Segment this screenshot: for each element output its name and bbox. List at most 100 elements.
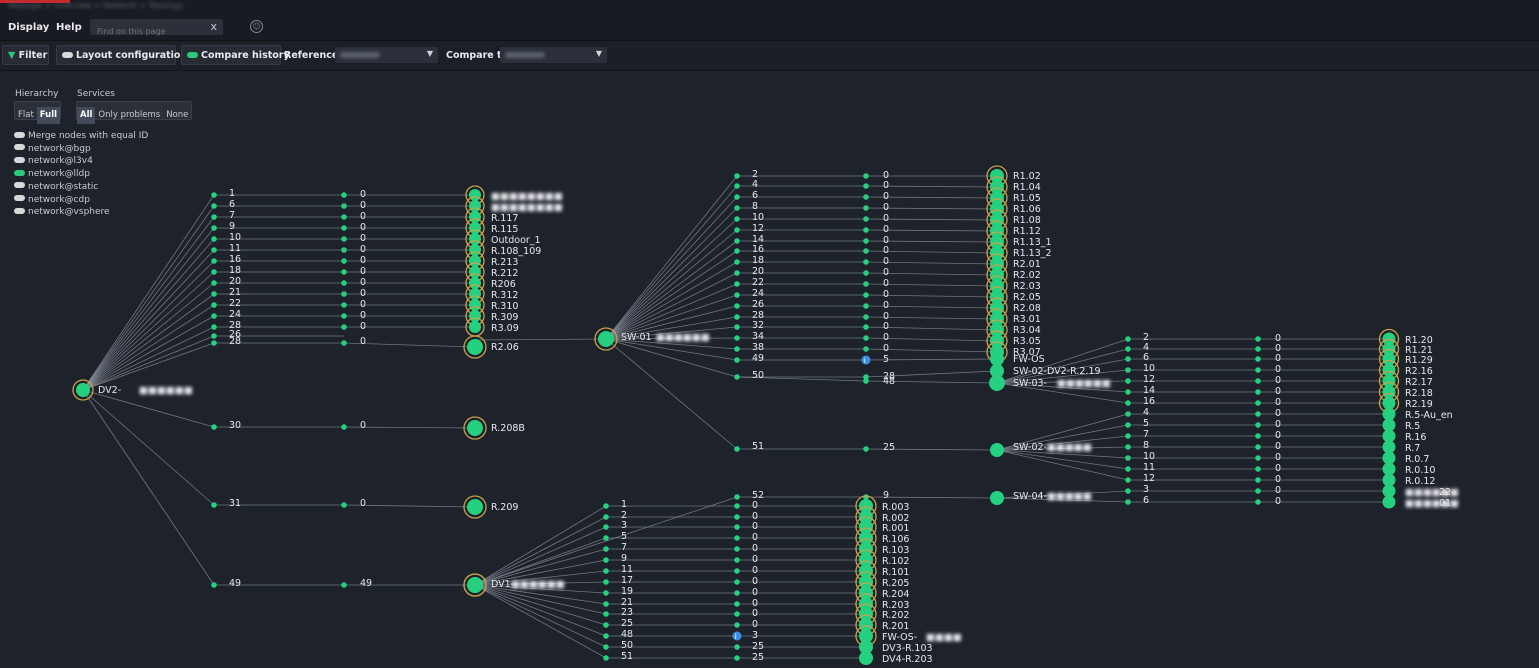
mid-node[interactable] bbox=[341, 225, 347, 231]
port-node[interactable] bbox=[211, 258, 217, 264]
layout-config-button[interactable]: Layout configuration bbox=[56, 45, 187, 65]
mid-node[interactable] bbox=[1255, 378, 1261, 384]
leaf-node[interactable] bbox=[1382, 495, 1396, 509]
search-input[interactable] bbox=[95, 26, 209, 37]
port-node[interactable] bbox=[211, 291, 217, 297]
leaf-node[interactable] bbox=[469, 321, 481, 333]
clear-search-icon[interactable]: x bbox=[210, 20, 217, 33]
leaf-node[interactable] bbox=[469, 266, 481, 278]
mid-node[interactable] bbox=[734, 590, 740, 596]
mid-node[interactable] bbox=[1255, 488, 1261, 494]
port-node[interactable] bbox=[1125, 466, 1131, 472]
port-node[interactable] bbox=[603, 568, 609, 574]
port-node[interactable] bbox=[603, 601, 609, 607]
mid-node[interactable] bbox=[1255, 444, 1261, 450]
port-node[interactable] bbox=[734, 173, 740, 179]
leaf-node[interactable] bbox=[467, 339, 483, 355]
port-node[interactable] bbox=[734, 494, 740, 500]
mid-node[interactable] bbox=[1255, 499, 1261, 505]
port-node[interactable] bbox=[211, 269, 217, 275]
port-node[interactable] bbox=[734, 292, 740, 298]
leaf-node[interactable] bbox=[990, 352, 1004, 366]
mid-node[interactable] bbox=[341, 302, 347, 308]
port-node[interactable] bbox=[734, 205, 740, 211]
switch-node[interactable] bbox=[990, 443, 1004, 457]
mid-node[interactable] bbox=[734, 524, 740, 530]
leaf-node[interactable] bbox=[469, 222, 481, 234]
compare-to-select[interactable]: ▼ bbox=[500, 47, 607, 63]
mid-node[interactable] bbox=[1255, 455, 1261, 461]
mid-node[interactable] bbox=[341, 340, 347, 346]
mid-node[interactable] bbox=[863, 183, 869, 189]
mid-node[interactable] bbox=[863, 227, 869, 233]
root-node[interactable] bbox=[76, 383, 90, 397]
mid-node[interactable] bbox=[341, 214, 347, 220]
port-node[interactable] bbox=[1125, 411, 1131, 417]
mid-node[interactable] bbox=[863, 248, 869, 254]
mid-node[interactable] bbox=[1255, 433, 1261, 439]
port-node[interactable] bbox=[734, 227, 740, 233]
port-node[interactable] bbox=[603, 655, 609, 661]
port-node[interactable] bbox=[734, 238, 740, 244]
switch-node[interactable] bbox=[467, 577, 483, 593]
port-node[interactable] bbox=[603, 546, 609, 552]
search-box[interactable]: x bbox=[90, 19, 223, 37]
port-node[interactable] bbox=[211, 333, 217, 339]
mid-node[interactable] bbox=[1255, 466, 1261, 472]
port-node[interactable] bbox=[1125, 422, 1131, 428]
leaf-node[interactable] bbox=[469, 233, 481, 245]
leaf-node[interactable] bbox=[859, 651, 873, 665]
mid-node[interactable] bbox=[1255, 336, 1261, 342]
port-node[interactable] bbox=[211, 280, 217, 286]
mid-node[interactable] bbox=[863, 281, 869, 287]
port-node[interactable] bbox=[734, 216, 740, 222]
mid-node[interactable] bbox=[734, 557, 740, 563]
port-node[interactable] bbox=[603, 557, 609, 563]
mid-node[interactable] bbox=[863, 378, 869, 384]
mid-node[interactable] bbox=[863, 205, 869, 211]
port-node[interactable] bbox=[734, 303, 740, 309]
port-node[interactable] bbox=[734, 446, 740, 452]
mid-node[interactable] bbox=[341, 269, 347, 275]
port-node[interactable] bbox=[1125, 356, 1131, 362]
port-node[interactable] bbox=[1125, 389, 1131, 395]
port-node[interactable] bbox=[211, 214, 217, 220]
port-node[interactable] bbox=[603, 535, 609, 541]
port-node[interactable] bbox=[603, 633, 609, 639]
port-node[interactable] bbox=[1125, 499, 1131, 505]
port-node[interactable] bbox=[1125, 378, 1131, 384]
mid-node[interactable] bbox=[734, 611, 740, 617]
port-node[interactable] bbox=[734, 374, 740, 380]
mid-node[interactable] bbox=[341, 192, 347, 198]
port-node[interactable] bbox=[734, 335, 740, 341]
mid-node[interactable] bbox=[1255, 422, 1261, 428]
mid-node[interactable] bbox=[863, 335, 869, 341]
port-node[interactable] bbox=[211, 225, 217, 231]
port-node[interactable] bbox=[603, 579, 609, 585]
mid-node[interactable] bbox=[1255, 411, 1261, 417]
menu-help[interactable]: Help bbox=[56, 22, 82, 33]
mid-node[interactable] bbox=[341, 502, 347, 508]
reference-select[interactable]: ▼ bbox=[335, 47, 438, 63]
leaf-node[interactable] bbox=[469, 244, 481, 256]
switch-node[interactable] bbox=[990, 491, 1004, 505]
mid-node[interactable] bbox=[863, 173, 869, 179]
leaf-node[interactable] bbox=[469, 310, 481, 322]
mid-node[interactable] bbox=[863, 292, 869, 298]
mid-node[interactable] bbox=[863, 346, 869, 352]
mid-node[interactable] bbox=[341, 291, 347, 297]
mid-node[interactable] bbox=[341, 236, 347, 242]
menu-display[interactable]: Display bbox=[8, 22, 49, 33]
leaf-node[interactable] bbox=[469, 277, 481, 289]
leaf-node[interactable] bbox=[469, 200, 481, 212]
leaf-node[interactable] bbox=[469, 189, 481, 201]
leaf-node[interactable] bbox=[469, 299, 481, 311]
mid-node[interactable] bbox=[341, 424, 347, 430]
mid-node[interactable] bbox=[734, 644, 740, 650]
port-node[interactable] bbox=[211, 236, 217, 242]
mid-node[interactable] bbox=[1255, 477, 1261, 483]
mid-node[interactable] bbox=[734, 601, 740, 607]
mid-node[interactable] bbox=[863, 216, 869, 222]
switch-node[interactable] bbox=[598, 331, 614, 347]
port-node[interactable] bbox=[211, 324, 217, 330]
